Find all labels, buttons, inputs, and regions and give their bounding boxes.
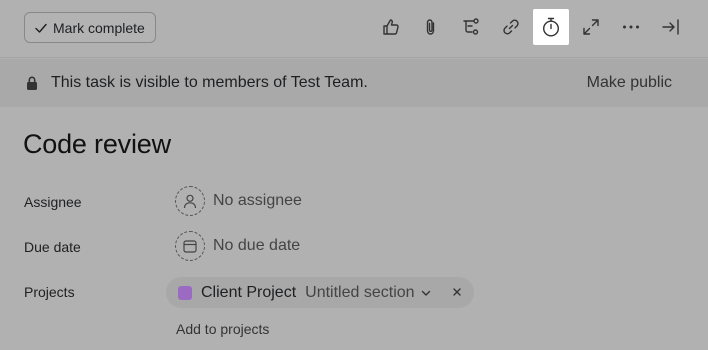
projects-label: Projects — [24, 284, 75, 300]
mark-complete-button[interactable]: Mark complete — [24, 12, 156, 43]
attachment-button[interactable] — [413, 9, 449, 45]
expand-button[interactable] — [573, 9, 609, 45]
task-toolbar: Mark complete — [0, 0, 708, 58]
assignee-label: Assignee — [24, 194, 82, 210]
chevron-down-icon — [421, 290, 430, 296]
expand-icon — [583, 19, 599, 35]
subtask-icon — [463, 18, 479, 35]
mark-complete-label: Mark complete — [53, 19, 145, 36]
like-icon — [383, 19, 399, 35]
project-name[interactable]: Client Project — [201, 284, 296, 302]
project-tag[interactable]: Client Project Untitled section — [166, 277, 474, 308]
task-title[interactable]: Code review — [23, 129, 171, 160]
privacy-message: This task is visible to members of Test … — [51, 74, 368, 91]
timer-button[interactable] — [533, 9, 569, 45]
avatar-placeholder — [175, 186, 205, 216]
copy-link-button[interactable] — [493, 9, 529, 45]
privacy-banner: This task is visible to members of Test … — [0, 59, 708, 107]
calendar-icon — [183, 240, 197, 253]
due-date-value: No due date — [213, 237, 301, 254]
add-to-projects-link[interactable]: Add to projects — [176, 321, 269, 337]
due-date-label: Due date — [24, 239, 81, 255]
calendar-placeholder — [175, 231, 205, 261]
person-icon — [183, 194, 197, 209]
assignee-value: No assignee — [213, 192, 302, 209]
project-color-swatch — [178, 285, 192, 300]
close-pane-icon — [662, 19, 679, 35]
more-icon — [623, 25, 639, 29]
close-pane-button[interactable] — [653, 9, 689, 45]
checkmark-icon — [35, 23, 47, 33]
subtask-button[interactable] — [453, 9, 489, 45]
section-dropdown[interactable]: Untitled section — [305, 284, 431, 302]
like-button[interactable] — [373, 9, 409, 45]
make-public-button[interactable]: Make public — [587, 74, 672, 92]
lock-icon — [27, 76, 37, 90]
link-icon — [503, 19, 519, 35]
attachment-icon — [426, 19, 435, 35]
due-date-field[interactable]: No due date — [175, 231, 300, 261]
remove-project-icon[interactable] — [450, 285, 464, 299]
more-actions-button[interactable] — [613, 9, 649, 45]
section-name: Untitled section — [305, 283, 415, 301]
assignee-field[interactable]: No assignee — [175, 186, 302, 216]
timer-icon — [542, 17, 560, 37]
